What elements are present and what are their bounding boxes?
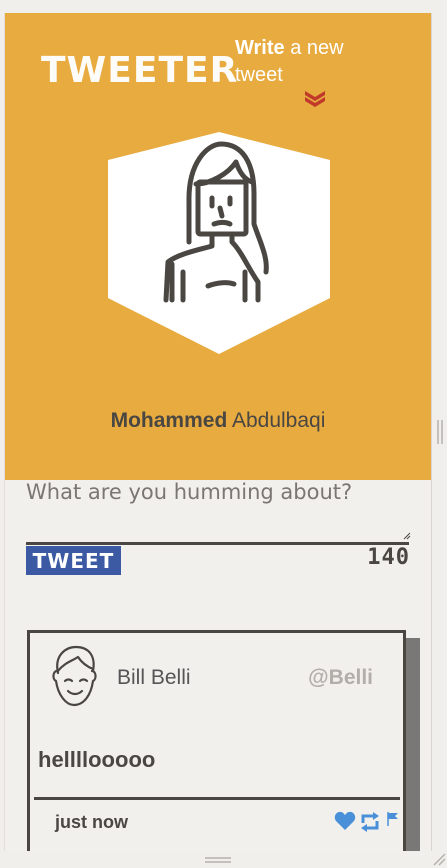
man-avatar-icon — [52, 645, 97, 707]
tweet-button[interactable]: TWEET — [26, 546, 121, 575]
tweet-text: hellllooooo — [38, 747, 156, 772]
retweet-icon[interactable] — [359, 811, 381, 837]
double-chevron-down-icon[interactable] — [305, 91, 325, 107]
textarea-resize-grip-icon[interactable] — [403, 532, 411, 540]
tweet-timestamp: just now — [55, 812, 128, 832]
heart-icon[interactable] — [334, 811, 356, 835]
bottom-resize-handle-icon[interactable] — [205, 857, 231, 863]
profile-avatar — [108, 132, 330, 354]
write-new-strong: Write — [235, 37, 285, 59]
flag-icon[interactable] — [386, 811, 400, 831]
tweet-author-handle[interactable]: @Belli — [308, 666, 373, 690]
profile-first-name: Mohammed — [110, 409, 228, 432]
profile-header: TWEETER Write a new tweet Mohammed Abdul… — [5, 13, 431, 480]
tweet-author-name: Bill Belli — [117, 666, 191, 689]
write-new-tweet-link[interactable]: Write a new tweet — [235, 35, 375, 89]
profile-last-name: Abdulbaqi — [231, 409, 326, 432]
character-counter: 140 — [367, 545, 410, 570]
tweet-card: Bill Belli @Belli hellllooooo just now — [27, 630, 406, 851]
app-frame: TWEETER Write a new tweet Mohammed Abdul… — [4, 13, 432, 851]
profile-name: Mohammed Abdulbaqi — [5, 409, 431, 433]
side-resize-handle-icon[interactable] — [437, 420, 443, 444]
corner-resize-grip-icon[interactable] — [432, 852, 446, 866]
tweet-composer-input[interactable] — [26, 480, 409, 545]
avatar-hexagon-shape — [108, 132, 330, 354]
app-logo: TWEETER — [41, 50, 239, 91]
tweet-divider — [34, 797, 400, 800]
